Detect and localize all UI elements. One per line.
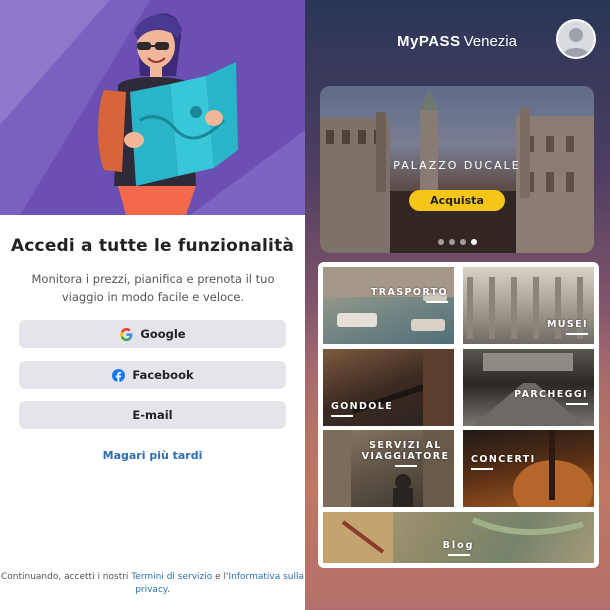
google-login-button[interactable]: Google xyxy=(19,320,286,348)
tile-label: CONCERTI xyxy=(471,454,536,470)
tile-trasporto[interactable]: TRASPORTO xyxy=(323,267,454,344)
carousel-dot[interactable] xyxy=(448,239,455,245)
tile-label: Blog xyxy=(323,540,594,556)
tile-blog[interactable]: Blog xyxy=(323,512,594,563)
carousel-dot[interactable] xyxy=(459,239,466,245)
carousel-caption: PALAZZO DUCALE xyxy=(393,159,521,172)
app-home-background: MyPASS Venezia PALAZZO DUCALE Acquista T… xyxy=(305,0,610,610)
maybe-later-link[interactable]: Magari più tardi xyxy=(0,449,305,462)
facebook-login-button[interactable]: Facebook xyxy=(19,361,286,389)
login-subtitle: Monitora i prezzi, pianifica e prenota i… xyxy=(31,272,275,304)
login-title: Accedi a tutte le funzionalità xyxy=(10,236,295,256)
facebook-login-label: Facebook xyxy=(132,368,194,382)
email-login-label: E-mail xyxy=(132,408,173,422)
email-login-button[interactable]: E-mail xyxy=(19,401,286,429)
tile-gondole[interactable]: GONDOLE xyxy=(323,349,454,426)
brand-name: MyPASS xyxy=(397,32,461,50)
tile-label: MUSEI xyxy=(547,319,588,335)
mypass-logo: MyPASS Venezia xyxy=(397,30,517,52)
hero-illustration xyxy=(0,0,305,215)
tile-label: TRASPORTO xyxy=(371,287,448,303)
carousel-dot-active[interactable] xyxy=(470,239,477,245)
carousel-dot[interactable] xyxy=(437,239,444,245)
carousel-dots xyxy=(320,239,594,245)
tile-label: GONDOLE xyxy=(331,401,393,417)
terms-and: e l' xyxy=(215,572,229,582)
tile-label: PARCHEGGI xyxy=(514,389,588,405)
user-avatar-icon[interactable] xyxy=(556,19,596,59)
buy-button[interactable]: Acquista xyxy=(409,190,505,211)
tile-parcheggi[interactable]: PARCHEGGI xyxy=(463,349,594,426)
terms-notice: Continuando, accetti i nostri Termini di… xyxy=(0,571,305,597)
tile-label: SERVIZI AL VIAGGIATORE xyxy=(353,440,454,467)
google-g-icon xyxy=(119,327,133,341)
category-grid: TRASPORTO MUSEI GONDOLE PARCHEGGI SERVIZ… xyxy=(318,262,599,568)
tile-servizi[interactable]: SERVIZI AL VIAGGIATORE xyxy=(323,430,454,507)
tile-musei[interactable]: MUSEI xyxy=(463,267,594,344)
login-panel: Accedi a tutte le funzionalità Monitora … xyxy=(0,0,305,610)
featured-carousel[interactable]: PALAZZO DUCALE Acquista xyxy=(320,86,594,253)
google-login-label: Google xyxy=(140,327,186,341)
brand-city: Venezia xyxy=(463,32,517,50)
terms-of-service-link[interactable]: Termini di servizio xyxy=(131,572,212,582)
tile-concerti[interactable]: CONCERTI xyxy=(463,430,594,507)
facebook-icon xyxy=(111,368,125,382)
terms-prefix: Continuando, accetti i nostri xyxy=(0,572,129,582)
terms-suffix: . xyxy=(166,585,170,595)
